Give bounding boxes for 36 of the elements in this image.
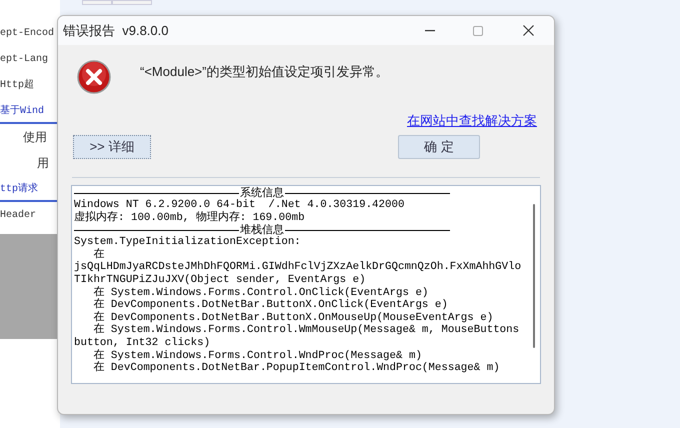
details-text-area[interactable] bbox=[71, 185, 541, 384]
detail-line: button, Int32 clicks) bbox=[74, 336, 212, 349]
error-message: “<Module>”的类型初始值设定项引发异常。 bbox=[140, 63, 388, 81]
toolbar-button[interactable] bbox=[112, 0, 152, 5]
detail-line: 在 bbox=[92, 248, 106, 261]
detail-line: jsQqLHDmJyaRCDsteJMhDhFQORMi.GIWdhFclVjZXzAelkDrGQcmnQzOh.FxXmAhhGVlo bbox=[74, 261, 522, 274]
detail-line: 虚拟内存: 100.00mb, 物理内存: 169.00mb bbox=[74, 212, 306, 224]
detail-line: TIkhrTNGUPiZJuJXV(Object sender, EventArgs e) bbox=[74, 274, 367, 286]
help-link[interactable]: 在网站中查找解决方案 bbox=[407, 111, 537, 134]
detail-line: System.TypeInitializationException: bbox=[74, 236, 302, 248]
detail-line: 在 System.Windows.Forms.Control.OnClick(EventArgs e) bbox=[92, 286, 430, 299]
setting-label: Header bbox=[0, 208, 36, 222]
toolbar-button[interactable] bbox=[82, 0, 112, 5]
detail-line: 在 DevComponents.DotNetBar.PopupItemControl.WndProc(Message& m) bbox=[92, 362, 501, 375]
details-button[interactable]: >> 详细 bbox=[73, 135, 151, 159]
minimize-icon[interactable] bbox=[425, 30, 435, 32]
setting-label: Http超 bbox=[0, 78, 34, 92]
side-tab[interactable]: ttp请求 bbox=[0, 180, 38, 200]
setting-label: ept-Encod bbox=[0, 26, 54, 40]
setting-label: 用 bbox=[37, 155, 49, 172]
detail-line: 在 System.Windows.Forms.Control.WndProc(Message& m) bbox=[92, 350, 423, 362]
ok-button[interactable]: 确 定 bbox=[398, 135, 480, 159]
section-heading: 系统信息 bbox=[239, 187, 285, 199]
error-icon bbox=[77, 60, 111, 94]
setting-label: ept-Lang bbox=[0, 52, 48, 66]
side-tab[interactable]: 基于Wind bbox=[0, 102, 44, 122]
scrollbar-thumb[interactable] bbox=[533, 204, 535, 348]
setting-label: 使用 bbox=[23, 129, 47, 146]
detail-line: 在 System.Windows.Forms.Control.WmMouseUp(Message& m, MouseButtons bbox=[92, 324, 520, 337]
detail-line: Windows NT 6.2.9200.0 64-bit /.Net 4.0.30319.42000 bbox=[74, 199, 406, 211]
window-title: 错误报告 v9.8.0.0 bbox=[63, 22, 168, 40]
maximize-icon[interactable] bbox=[473, 26, 483, 36]
close-icon[interactable] bbox=[523, 25, 534, 36]
detail-line: 在 DevComponents.DotNetBar.ButtonX.OnMouseUp(MouseEventArgs e) bbox=[92, 312, 494, 324]
section-heading: 堆栈信息 bbox=[240, 224, 284, 236]
detail-line: 在 DevComponents.DotNetBar.ButtonX.OnClick(EventArgs e) bbox=[92, 299, 449, 312]
